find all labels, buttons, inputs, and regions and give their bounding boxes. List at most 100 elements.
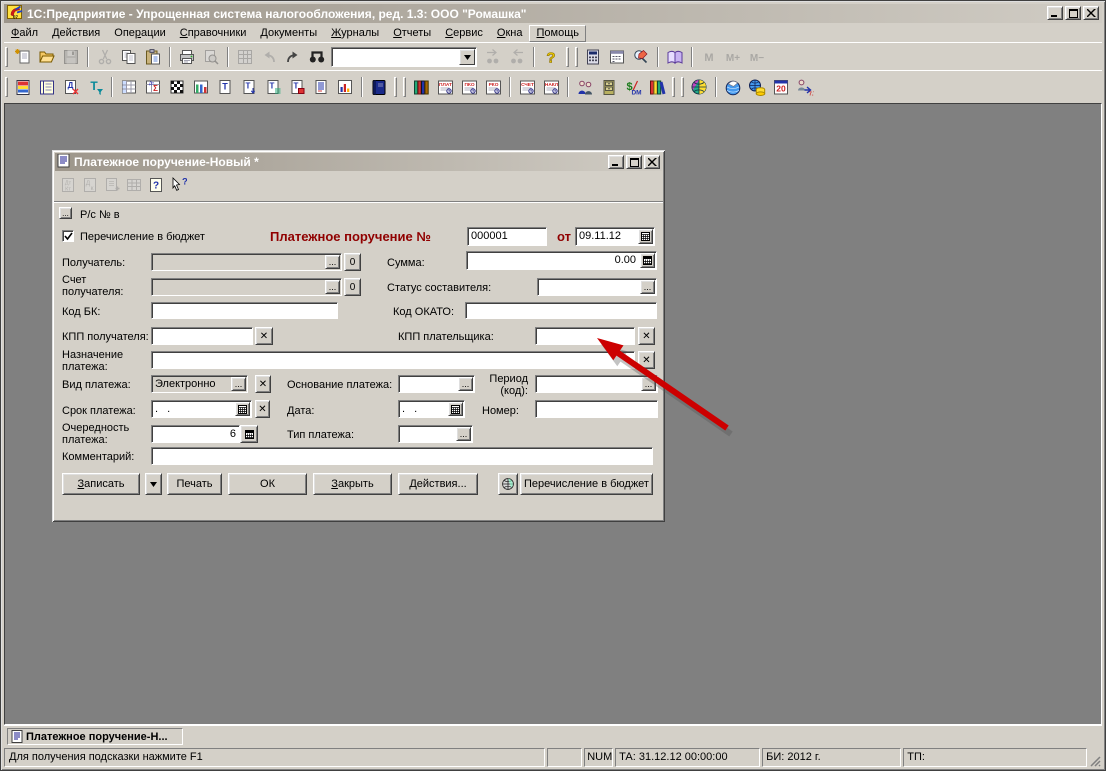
paste-icon[interactable] [143, 47, 163, 67]
recipient-count-button[interactable]: 0 [344, 253, 361, 271]
menu-операции[interactable]: Операции [107, 25, 172, 42]
account-count-button[interactable]: 0 [344, 278, 361, 296]
sum-input[interactable]: 0.00 [466, 251, 657, 270]
table-cols-icon[interactable] [191, 77, 211, 97]
dove-globe-icon[interactable] [723, 77, 743, 97]
date-calendar-button[interactable] [638, 229, 653, 244]
pko-doc-icon[interactable]: ПКО [459, 77, 479, 97]
menu-справочники[interactable]: Справочники [173, 25, 254, 42]
kpp-payer-clear-button[interactable]: ✕ [638, 327, 655, 345]
doc-t-down-icon[interactable]: Т [239, 77, 259, 97]
date2-input[interactable]: . . [398, 400, 465, 418]
status-input[interactable]: ... [537, 278, 657, 296]
typepay-input[interactable]: ... [398, 425, 473, 443]
budget-checkbox[interactable] [62, 230, 74, 242]
copy-icon[interactable] [119, 47, 139, 67]
period-input[interactable]: ... [535, 375, 658, 393]
combo-dropdown-icon[interactable] [459, 49, 475, 65]
window-tab[interactable]: Платежное поручение-Н... [7, 728, 183, 745]
term-input[interactable]: . . [151, 400, 252, 418]
doc-number-input[interactable]: 000001 [467, 227, 547, 246]
budget-transfer-button[interactable]: Перечисление в бюджет [520, 473, 653, 495]
basis-select-button[interactable]: ... [458, 377, 473, 391]
journal-icon[interactable] [37, 77, 57, 97]
rko-doc-icon[interactable]: РКО [483, 77, 503, 97]
nakl-doc-icon[interactable]: НАКЛ [541, 77, 561, 97]
term-clear-button[interactable]: ✕ [255, 400, 270, 418]
paytype-input[interactable]: Электронно ... [151, 375, 248, 393]
kpp-payer-input[interactable] [535, 327, 635, 345]
db-globe-icon[interactable] [747, 77, 767, 97]
doc-minimize-button[interactable] [608, 155, 624, 169]
menu-файл[interactable]: Файл [4, 25, 45, 42]
kpp-recv-input[interactable] [151, 327, 253, 345]
budget-globe-button[interactable] [498, 473, 518, 495]
menu-действия[interactable]: Действия [45, 25, 107, 42]
menu-документы[interactable]: Документы [253, 25, 324, 42]
paytype-select-button[interactable]: ... [231, 377, 246, 391]
sum-calculator-button[interactable] [640, 253, 655, 268]
redo-icon[interactable] [283, 47, 303, 67]
save-button[interactable]: Записать [62, 473, 140, 495]
books-stack-icon[interactable] [411, 77, 431, 97]
print-button[interactable]: Печать [167, 473, 222, 495]
doc-marked-icon[interactable]: Д [61, 77, 81, 97]
recipient-select-button[interactable]: ... [325, 255, 340, 269]
maximize-button[interactable] [1065, 6, 1081, 20]
help-icon[interactable]: ? [541, 47, 561, 67]
recipient-input[interactable]: ... [151, 253, 342, 271]
calendar-20-icon[interactable]: 20 [771, 77, 791, 97]
doc-maximize-button[interactable] [626, 155, 642, 169]
chart-icon[interactable] [335, 77, 355, 97]
checkerboard-icon[interactable] [167, 77, 187, 97]
paytype-clear-button[interactable]: ✕ [255, 375, 271, 393]
account-input[interactable]: ... [151, 278, 342, 296]
purpose-input[interactable] [151, 351, 635, 369]
context-help-icon[interactable]: ? [168, 175, 188, 195]
help-doc-icon[interactable]: ? [146, 175, 166, 195]
doc-close-button[interactable] [644, 155, 660, 169]
quick-search-combobox[interactable] [331, 47, 477, 67]
guide-book-icon[interactable] [13, 77, 33, 97]
minimize-button[interactable] [1047, 6, 1063, 20]
typepay-select-button[interactable]: ... [456, 427, 471, 441]
table-data-icon[interactable] [119, 77, 139, 97]
globe-icon[interactable] [689, 77, 709, 97]
ok-button[interactable]: ОК [228, 473, 307, 495]
blue-book-icon[interactable] [369, 77, 389, 97]
t-filter-icon[interactable]: Т [85, 77, 105, 97]
table-sum-icon[interactable]: Дт Σ [143, 77, 163, 97]
term-calendar-button[interactable] [235, 402, 250, 416]
doc-t-red-icon[interactable]: Т [287, 77, 307, 97]
plat-doc-icon[interactable]: ПЛАТ [435, 77, 455, 97]
kbk-input[interactable] [151, 302, 338, 319]
books-row-icon[interactable] [647, 77, 667, 97]
close-form-button[interactable]: Закрыть [313, 473, 392, 495]
menu-сервис[interactable]: Сервис [438, 25, 490, 42]
calculator-icon[interactable] [583, 47, 603, 67]
doc-t-list-icon[interactable]: Т [263, 77, 283, 97]
order-calculator-button[interactable] [240, 425, 258, 443]
save-dropdown-button[interactable] [145, 473, 162, 495]
doc-date-input[interactable]: 09.11.12 [575, 227, 655, 246]
okato-input[interactable] [465, 302, 657, 319]
basis-input[interactable]: ... [398, 375, 475, 393]
formula-calc-icon[interactable] [631, 47, 651, 67]
find-icon[interactable] [307, 47, 327, 67]
date2-calendar-button[interactable] [448, 402, 463, 416]
print-icon[interactable] [177, 47, 197, 67]
person-transfer-icon[interactable]: 7.7 [795, 77, 815, 97]
resize-grip[interactable] [1089, 748, 1102, 767]
close-button[interactable] [1083, 6, 1099, 20]
status-select-button[interactable]: ... [640, 280, 655, 294]
kpp-recv-clear-button[interactable]: ✕ [255, 327, 273, 345]
menu-помощь[interactable]: Помощь [529, 24, 586, 42]
account-select-dots-button[interactable]: ... [325, 280, 340, 294]
order-input[interactable]: 6 [151, 425, 240, 443]
currency-icon[interactable]: $ DM [623, 77, 643, 97]
doc-lines-icon[interactable] [311, 77, 331, 97]
new-document-icon[interactable] [13, 47, 33, 67]
partners-icon[interactable] [575, 77, 595, 97]
open-icon[interactable] [37, 47, 57, 67]
account-select-button[interactable]: ... [59, 207, 72, 219]
